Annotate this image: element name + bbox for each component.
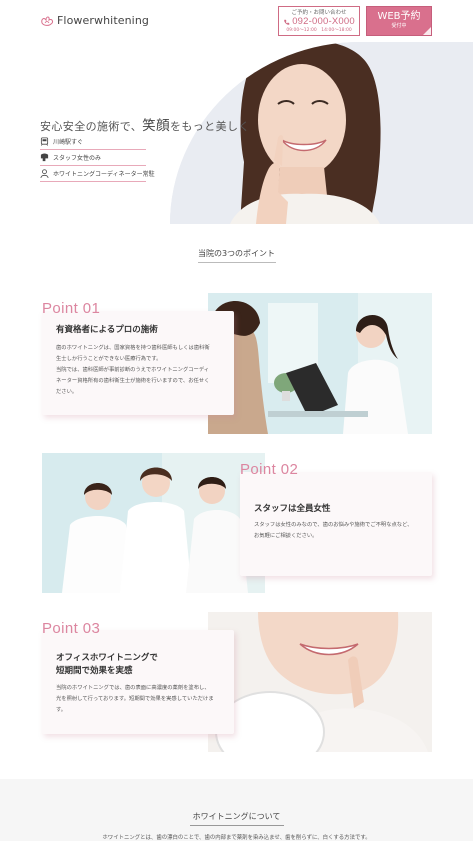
point01-consultation-photo (208, 293, 432, 434)
station-icon (40, 137, 49, 146)
staff-illustration (42, 453, 265, 593)
body-line: ネーター資格所有の歯科衛生士が施術を行いますので、お任せく (56, 378, 210, 384)
point03-body: 当院のホワイトニングでは、歯の表面に高濃度の薬剤を塗布し、 光を照射して行ってお… (56, 683, 214, 716)
feature-coordinator: ホワイトニングコーディネーター常駐 (40, 169, 155, 178)
point01-card: 有資格者によるプロの施術 歯のホワイトニングは、国家資格を持つ歯科医師もしくは歯… (42, 311, 234, 415)
logo[interactable]: Flowerwhitening (40, 14, 149, 27)
headline-post: をもっと美しく (169, 120, 250, 133)
body-line: 光を照射して行っております。短期間で効果を実感していただけま (56, 696, 214, 702)
web-reservation-sub: 受付中 (391, 23, 407, 29)
web-reservation-button[interactable]: WEB予約 受付中 (366, 6, 432, 36)
feature-divider (40, 165, 146, 166)
body-line: ださい。 (56, 389, 78, 395)
coordinator-icon (40, 169, 49, 178)
point02-label: Point 02 (240, 461, 299, 478)
title-line: 短期間で効果を実感 (56, 666, 133, 676)
flower-logo-icon (41, 16, 53, 26)
point03-card: オフィスホワイトニングで 短期間で効果を実感 当院のホワイトニングでは、歯の表面… (42, 630, 234, 734)
about-heading-underline (190, 825, 284, 826)
body-line: 生士しか行うことができない医療行為です。 (56, 356, 162, 362)
about-text: ホワイトニングとは、歯の漂白のことで、歯の内部まで薬剤を染み込ませ、歯を削らずに… (102, 835, 371, 841)
title-line: オフィスホワイトニングで (56, 653, 158, 663)
body-line: お気軽にご相談ください。 (254, 533, 318, 539)
corner-decoration (423, 27, 431, 35)
smile-illustration (208, 612, 432, 752)
body-line: 当院では、歯科医師が事前診断のうえでホワイトニングコーディ (56, 367, 210, 373)
phone-icon (284, 19, 290, 25)
point01-title: 有資格者によるプロの施術 (56, 325, 158, 335)
about-section (0, 779, 473, 841)
site-header: Flowerwhitening ご予約・お問い合わせ 092-000-X000 … (0, 0, 473, 42)
feature-staff: スタッフ女性のみ (40, 153, 101, 162)
body-line: 当院のホワイトニングでは、歯の表面に高濃度の薬剤を塗布し、 (56, 685, 210, 691)
point03-label: Point 03 (42, 620, 101, 637)
consultation-illustration (208, 293, 432, 434)
point03-title: オフィスホワイトニングで 短期間で効果を実感 (56, 652, 158, 678)
staff-icon (40, 153, 49, 162)
web-reservation-label: WEB予約 (377, 11, 421, 22)
body-line: スタッフは女性のみなので、歯のお悩みや施術でご不明な点など、 (254, 522, 413, 528)
tel-hours: 09:00〜12:00 14:00〜18:00 (286, 28, 352, 33)
feature-station: 川崎駅すぐ (40, 137, 83, 146)
points-heading-underline (198, 262, 276, 263)
point01-body: 歯のホワイトニングは、国家資格を持つ歯科医師もしくは歯科衛 生士しか行うことがで… (56, 343, 210, 398)
tel-number[interactable]: 092-000-X000 (292, 17, 355, 27)
points-section-heading: 当院の3つのポイント (197, 249, 276, 258)
point03-smile-photo (208, 612, 432, 752)
point02-card: スタッフは全員女性 スタッフは女性のみなので、歯のお悩みや施術でご不明な点など、… (240, 472, 432, 576)
point02-staff-photo (42, 453, 265, 593)
headline-pre: 安心安全の施術で、 (40, 120, 143, 133)
hero-section: 安心安全の施術で、笑顔をもっと美しく (0, 42, 473, 224)
body-line: す。 (56, 707, 67, 713)
feature-label: ホワイトニングコーディネーター常駐 (53, 171, 155, 178)
feature-divider (40, 181, 146, 182)
point01-label: Point 01 (42, 300, 101, 317)
body-line: 歯のホワイトニングは、国家資格を持つ歯科医師もしくは歯科衛 (56, 345, 210, 351)
tel-contact-box[interactable]: ご予約・お問い合わせ 092-000-X000 09:00〜12:00 14:0… (278, 6, 360, 36)
logo-text: Flowerwhitening (57, 14, 149, 27)
point02-body: スタッフは女性のみなので、歯のお悩みや施術でご不明な点など、 お気軽にご相談くだ… (254, 520, 412, 542)
headline-emphasis: 笑顔 (142, 118, 170, 134)
feature-label: スタッフ女性のみ (53, 155, 102, 162)
feature-divider (40, 149, 146, 150)
hero-headline: 安心安全の施術で、笑顔をもっと美しく (40, 114, 250, 134)
feature-label: 川崎駅すぐ (53, 139, 84, 146)
point02-title: スタッフは全員女性 (254, 504, 331, 514)
about-heading: ホワイトニングについて (192, 812, 281, 821)
